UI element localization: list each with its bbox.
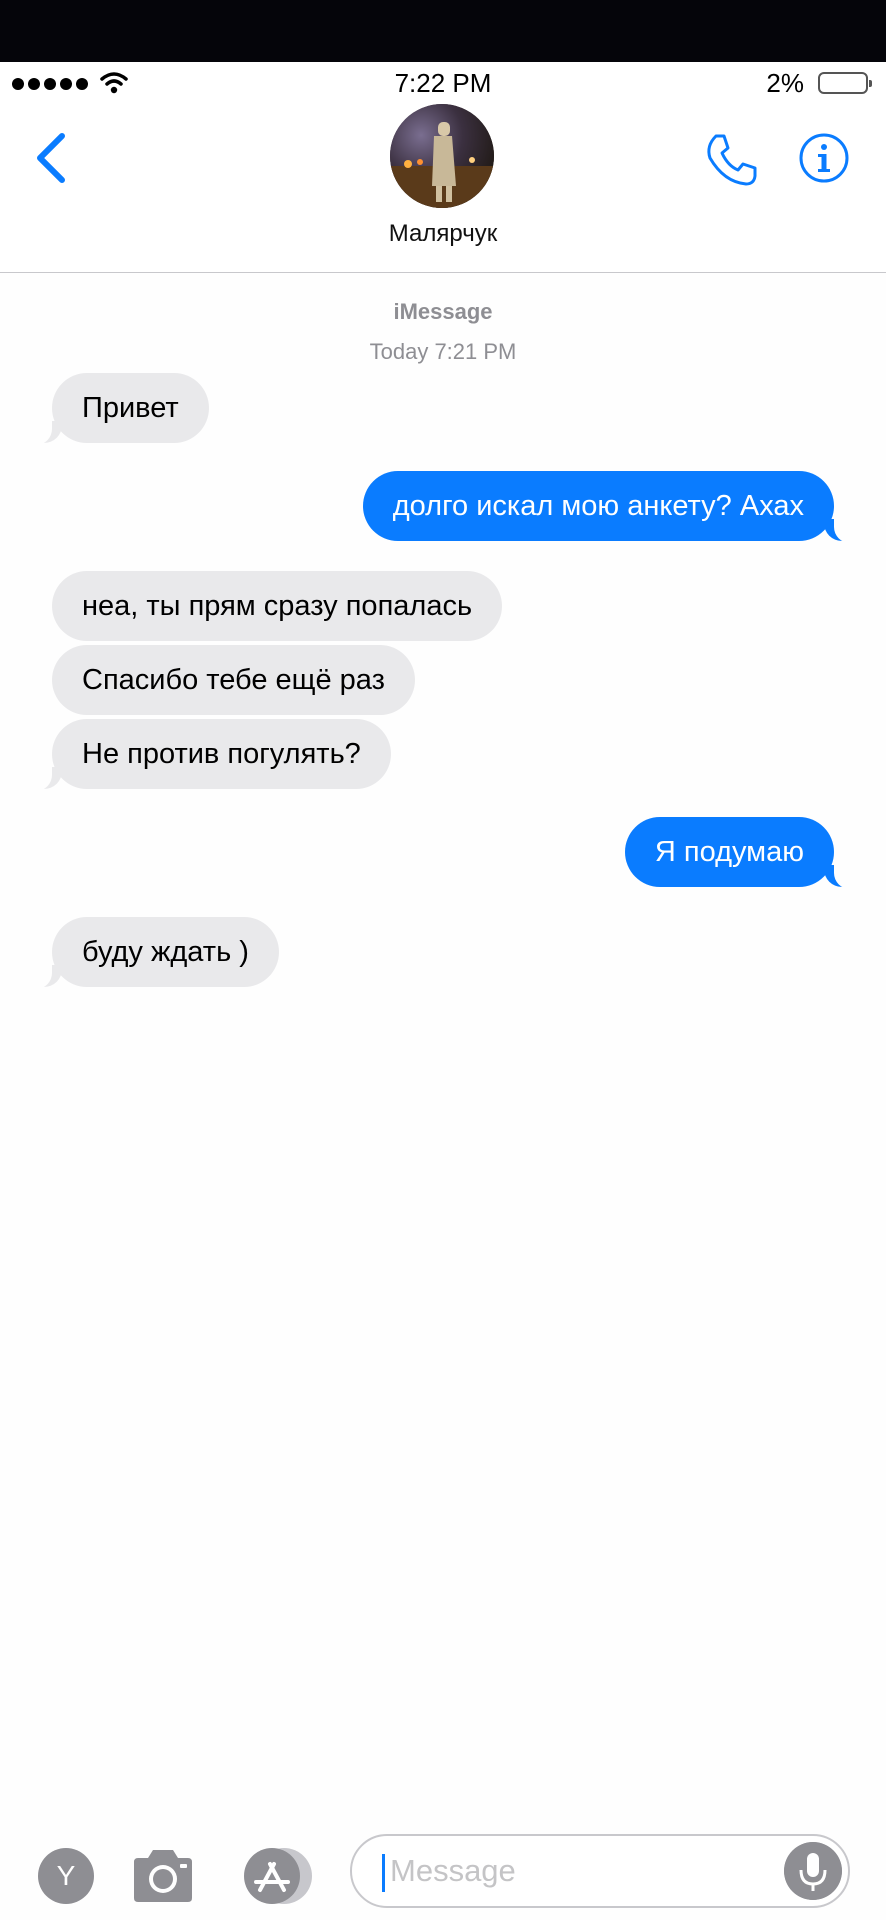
incoming-message-bubble[interactable]: Привет (52, 373, 209, 443)
conversation-header: Малярчук (0, 104, 886, 273)
text-caret (382, 1854, 385, 1892)
incoming-message-bubble[interactable]: Не против погулять? (52, 719, 391, 789)
incoming-message-bubble[interactable]: неа, ты прям сразу попалась (52, 571, 503, 641)
message-placeholder: Message (390, 1853, 516, 1888)
bubble-tail (28, 419, 62, 445)
status-bar: 7:22 PM 2% (0, 62, 886, 104)
contact-avatar[interactable] (390, 104, 494, 208)
message-timestamp: Today 7:21 PM (369, 339, 517, 364)
incoming-message-bubble[interactable]: Спасибо тебе ещё раз (52, 645, 415, 715)
contact-name[interactable]: Малярчук (0, 220, 886, 248)
app-store-icon[interactable] (236, 1846, 316, 1906)
message-list[interactable]: iMessage Today 7:21 PM Привет долго иска… (0, 273, 886, 1823)
bubble-tail (824, 517, 858, 543)
messages-screen: 7:22 PM 2% Малярчук iMessage Today 7:21 … (0, 0, 886, 1920)
back-button[interactable] (28, 130, 78, 186)
bubble-tail (28, 963, 62, 989)
service-label: iMessage (393, 299, 493, 324)
battery-icon (818, 72, 872, 94)
outgoing-message-bubble[interactable]: Я подумаю (624, 817, 834, 887)
phone-icon[interactable] (702, 130, 760, 188)
top-black-bar (0, 0, 886, 62)
info-icon[interactable] (798, 132, 850, 184)
microphone-icon[interactable] (784, 1842, 842, 1900)
camera-icon[interactable] (130, 1846, 196, 1906)
message-input[interactable]: Message (350, 1834, 850, 1908)
bubble-tail (28, 765, 62, 791)
battery-percent: 2% (766, 68, 804, 98)
outgoing-message-bubble[interactable]: долго искал мою анкету? Ахах (362, 471, 834, 541)
incoming-message-bubble[interactable]: буду ждать ) (52, 917, 279, 987)
apps-button[interactable]: Y (38, 1848, 94, 1904)
status-time: 7:22 PM (394, 68, 492, 98)
compose-bar: Y Message (0, 1826, 886, 1920)
bubble-tail (824, 863, 858, 889)
